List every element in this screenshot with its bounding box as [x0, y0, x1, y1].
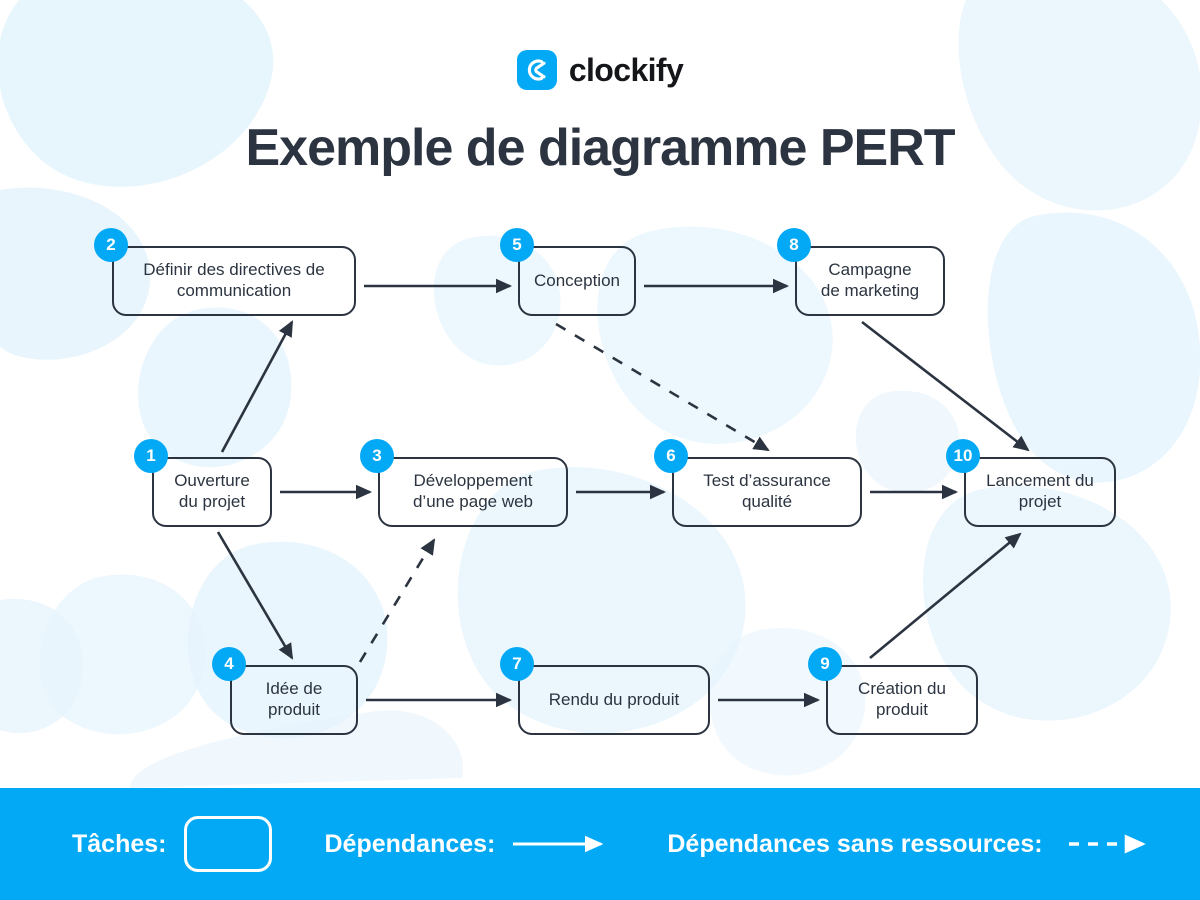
legend-item-dependances: Dépendances:	[324, 830, 615, 859]
task-node-5[interactable]: 5 Conception	[500, 228, 636, 316]
page-title: Exemple de diagramme PERT	[245, 119, 955, 177]
legend-label-sans-ressources: Dépendances sans ressources:	[667, 829, 1043, 858]
edge-1-to-4	[216, 531, 294, 660]
task-node-6[interactable]: 6 Test d’assurance qualité	[654, 439, 862, 527]
brand-logo: clockify	[0, 44, 1200, 96]
task-node-8[interactable]: 8 Campagne de marketing	[777, 228, 945, 316]
edge-5-to-6	[555, 322, 770, 452]
task-node-label-10: Lancement du projet	[986, 471, 1094, 511]
task-number-badge-1: 1	[134, 439, 168, 473]
edge-4-to-3	[358, 538, 436, 663]
solid-arrow-icon	[511, 834, 615, 854]
legend-label-taches: Tâches:	[72, 829, 167, 858]
task-number-badge-7: 7	[500, 647, 534, 681]
task-number-badge-8: 8	[777, 228, 811, 262]
pert-diagram-page: clockify Exemple de diagramme PERT 1 Ouve…	[0, 0, 1200, 900]
legend-item-taches: Tâches:	[72, 816, 273, 872]
task-node-10[interactable]: 10 Lancement du projet	[946, 439, 1116, 527]
edge-1-to-2	[220, 320, 294, 453]
task-node-9[interactable]: 9 Création du produit	[808, 647, 978, 735]
task-node-3[interactable]: 3 Développement d’une page web	[360, 439, 568, 527]
task-number-badge-10: 10	[946, 439, 980, 473]
clockify-logo-icon	[516, 50, 557, 90]
task-swatch-icon	[184, 816, 273, 872]
edge-9-to-10	[869, 532, 1022, 660]
brand-name: clockify	[568, 52, 684, 88]
task-number-badge-4: 4	[212, 647, 246, 681]
task-node-label-3: Développement d’une page web	[412, 471, 534, 511]
task-number-badge-2: 2	[94, 228, 128, 262]
task-node-4[interactable]: 4 Idée de produit	[212, 647, 358, 735]
task-node-label-2: Définir des directives de communication	[143, 260, 325, 300]
legend-bar: Tâches: Dépendances: Dépendances sans re…	[0, 788, 1200, 900]
task-node-1[interactable]: 1 Ouverture du projet	[134, 439, 272, 527]
task-node-label-6: Test d’assurance qualité	[703, 471, 831, 511]
task-node-label-8: Campagne de marketing	[820, 260, 920, 300]
task-node-7[interactable]: 7 Rendu du produit	[500, 647, 710, 735]
legend-item-sans-ressources: Dépendances sans ressources:	[667, 830, 1152, 859]
edge-8-to-10	[861, 320, 1030, 452]
task-node-label-1: Ouverture du projet	[174, 471, 250, 511]
task-node-label-7: Rendu du produit	[548, 689, 680, 709]
task-node-label-9: Création du produit	[858, 679, 946, 719]
task-node-label-5: Conception	[533, 270, 620, 290]
dashed-arrow-icon	[1067, 834, 1153, 854]
task-node-2[interactable]: 2 Définir des directives de communication	[94, 228, 356, 316]
task-number-badge-9: 9	[808, 647, 842, 681]
task-node-label-4: Idée de produit	[265, 679, 323, 719]
task-number-badge-5: 5	[500, 228, 534, 262]
legend-label-dependances: Dépendances:	[324, 829, 496, 858]
task-number-badge-3: 3	[360, 439, 394, 473]
task-number-badge-6: 6	[654, 439, 688, 473]
